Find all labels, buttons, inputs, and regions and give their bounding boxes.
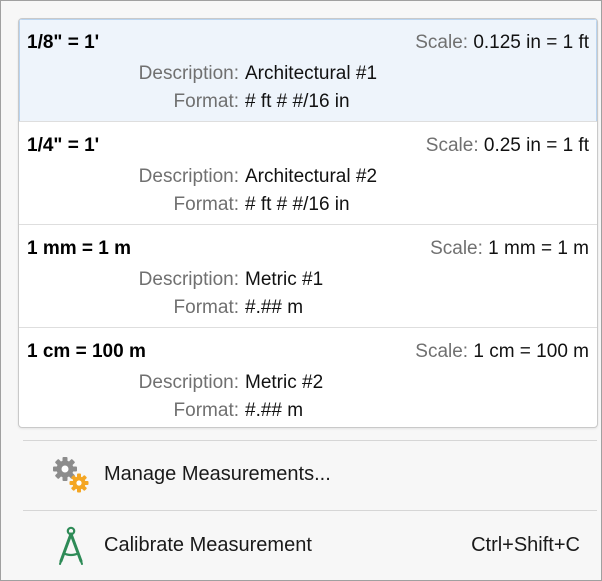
description-value: Architectural #2: [245, 166, 378, 187]
format-key-label: Format:: [173, 194, 239, 215]
scale-name: 1/4" = 1': [27, 135, 100, 156]
format-key-label: Format:: [173, 400, 239, 421]
scale-name: 1/8" = 1': [27, 32, 100, 53]
description-key-label: Description:: [138, 63, 239, 84]
scale-key-label: Scale:: [415, 32, 469, 53]
scale-key-label: Scale:: [430, 238, 483, 259]
scale-name: 1 cm = 100 m: [27, 341, 146, 362]
description-value: Architectural #1: [245, 63, 378, 84]
scale-item-architectural-1[interactable]: 1/8" = 1' Scale: 0.125 in = 1 ft Descrip…: [19, 19, 597, 122]
description-line: Description: Metric #1: [138, 269, 323, 291]
format-line: Format: # ft # #/16 in: [173, 91, 350, 113]
format-value: # ft # #/16 in: [245, 91, 350, 112]
scale-value: 0.125 in = 1 ft: [473, 32, 589, 53]
scale-item-architectural-2[interactable]: 1/4" = 1' Scale: 0.25 in = 1 ft Descript…: [19, 122, 597, 225]
calibrate-shortcut: Ctrl+Shift+C: [471, 534, 580, 556]
format-key-label: Format:: [173, 91, 239, 112]
calibrate-measurement-label: Calibrate Measurement: [104, 534, 312, 556]
format-line: Format: #.## m: [173, 400, 304, 422]
scale-ratio: Scale: 0.25 in = 1 ft: [426, 135, 589, 157]
gears-icon: [50, 455, 92, 495]
description-line: Description: Architectural #1: [138, 63, 377, 85]
format-value: #.## m: [245, 400, 304, 421]
description-value: Metric #2: [245, 372, 324, 393]
scale-ratio: Scale: 1 cm = 100 m: [415, 341, 589, 363]
scale-value: 0.25 in = 1 ft: [483, 135, 589, 156]
description-line: Description: Metric #2: [138, 372, 323, 394]
description-line: Description: Architectural #2: [138, 166, 377, 188]
description-key-label: Description:: [138, 166, 239, 187]
format-line: Format: #.## m: [173, 297, 304, 319]
scale-value: 1 mm = 1 m: [488, 238, 589, 259]
scale-key-label: Scale:: [415, 341, 469, 362]
format-value: # ft # #/16 in: [245, 194, 350, 215]
scale-item-metric-2[interactable]: 1 cm = 100 m Scale: 1 cm = 100 m Descrip…: [19, 328, 597, 427]
format-value: #.## m: [245, 297, 304, 318]
format-key-label: Format:: [173, 297, 239, 318]
measurement-scale-menu: 1/8" = 1' Scale: 0.125 in = 1 ft Descrip…: [0, 0, 602, 581]
menu-divider: [23, 440, 597, 441]
description-key-label: Description:: [138, 372, 239, 393]
compass-icon: [50, 526, 92, 566]
scale-name: 1 mm = 1 m: [27, 238, 132, 259]
manage-measurements-label: Manage Measurements...: [104, 463, 331, 485]
scale-ratio: Scale: 1 mm = 1 m: [430, 238, 589, 260]
manage-measurements-menu-item[interactable]: Manage Measurements...: [18, 443, 596, 505]
scale-value: 1 cm = 100 m: [473, 341, 589, 362]
description-key-label: Description:: [138, 269, 239, 290]
format-line: Format: # ft # #/16 in: [173, 194, 350, 216]
description-value: Metric #1: [245, 269, 324, 290]
menu-divider: [23, 510, 597, 511]
scale-key-label: Scale:: [425, 135, 479, 156]
calibrate-measurement-menu-item[interactable]: Calibrate Measurement Ctrl+Shift+C: [18, 514, 596, 576]
scale-item-metric-1[interactable]: 1 mm = 1 m Scale: 1 mm = 1 m Description…: [19, 225, 597, 328]
scale-list: 1/8" = 1' Scale: 0.125 in = 1 ft Descrip…: [18, 18, 598, 428]
scale-ratio: Scale: 0.125 in = 1 ft: [415, 32, 589, 54]
